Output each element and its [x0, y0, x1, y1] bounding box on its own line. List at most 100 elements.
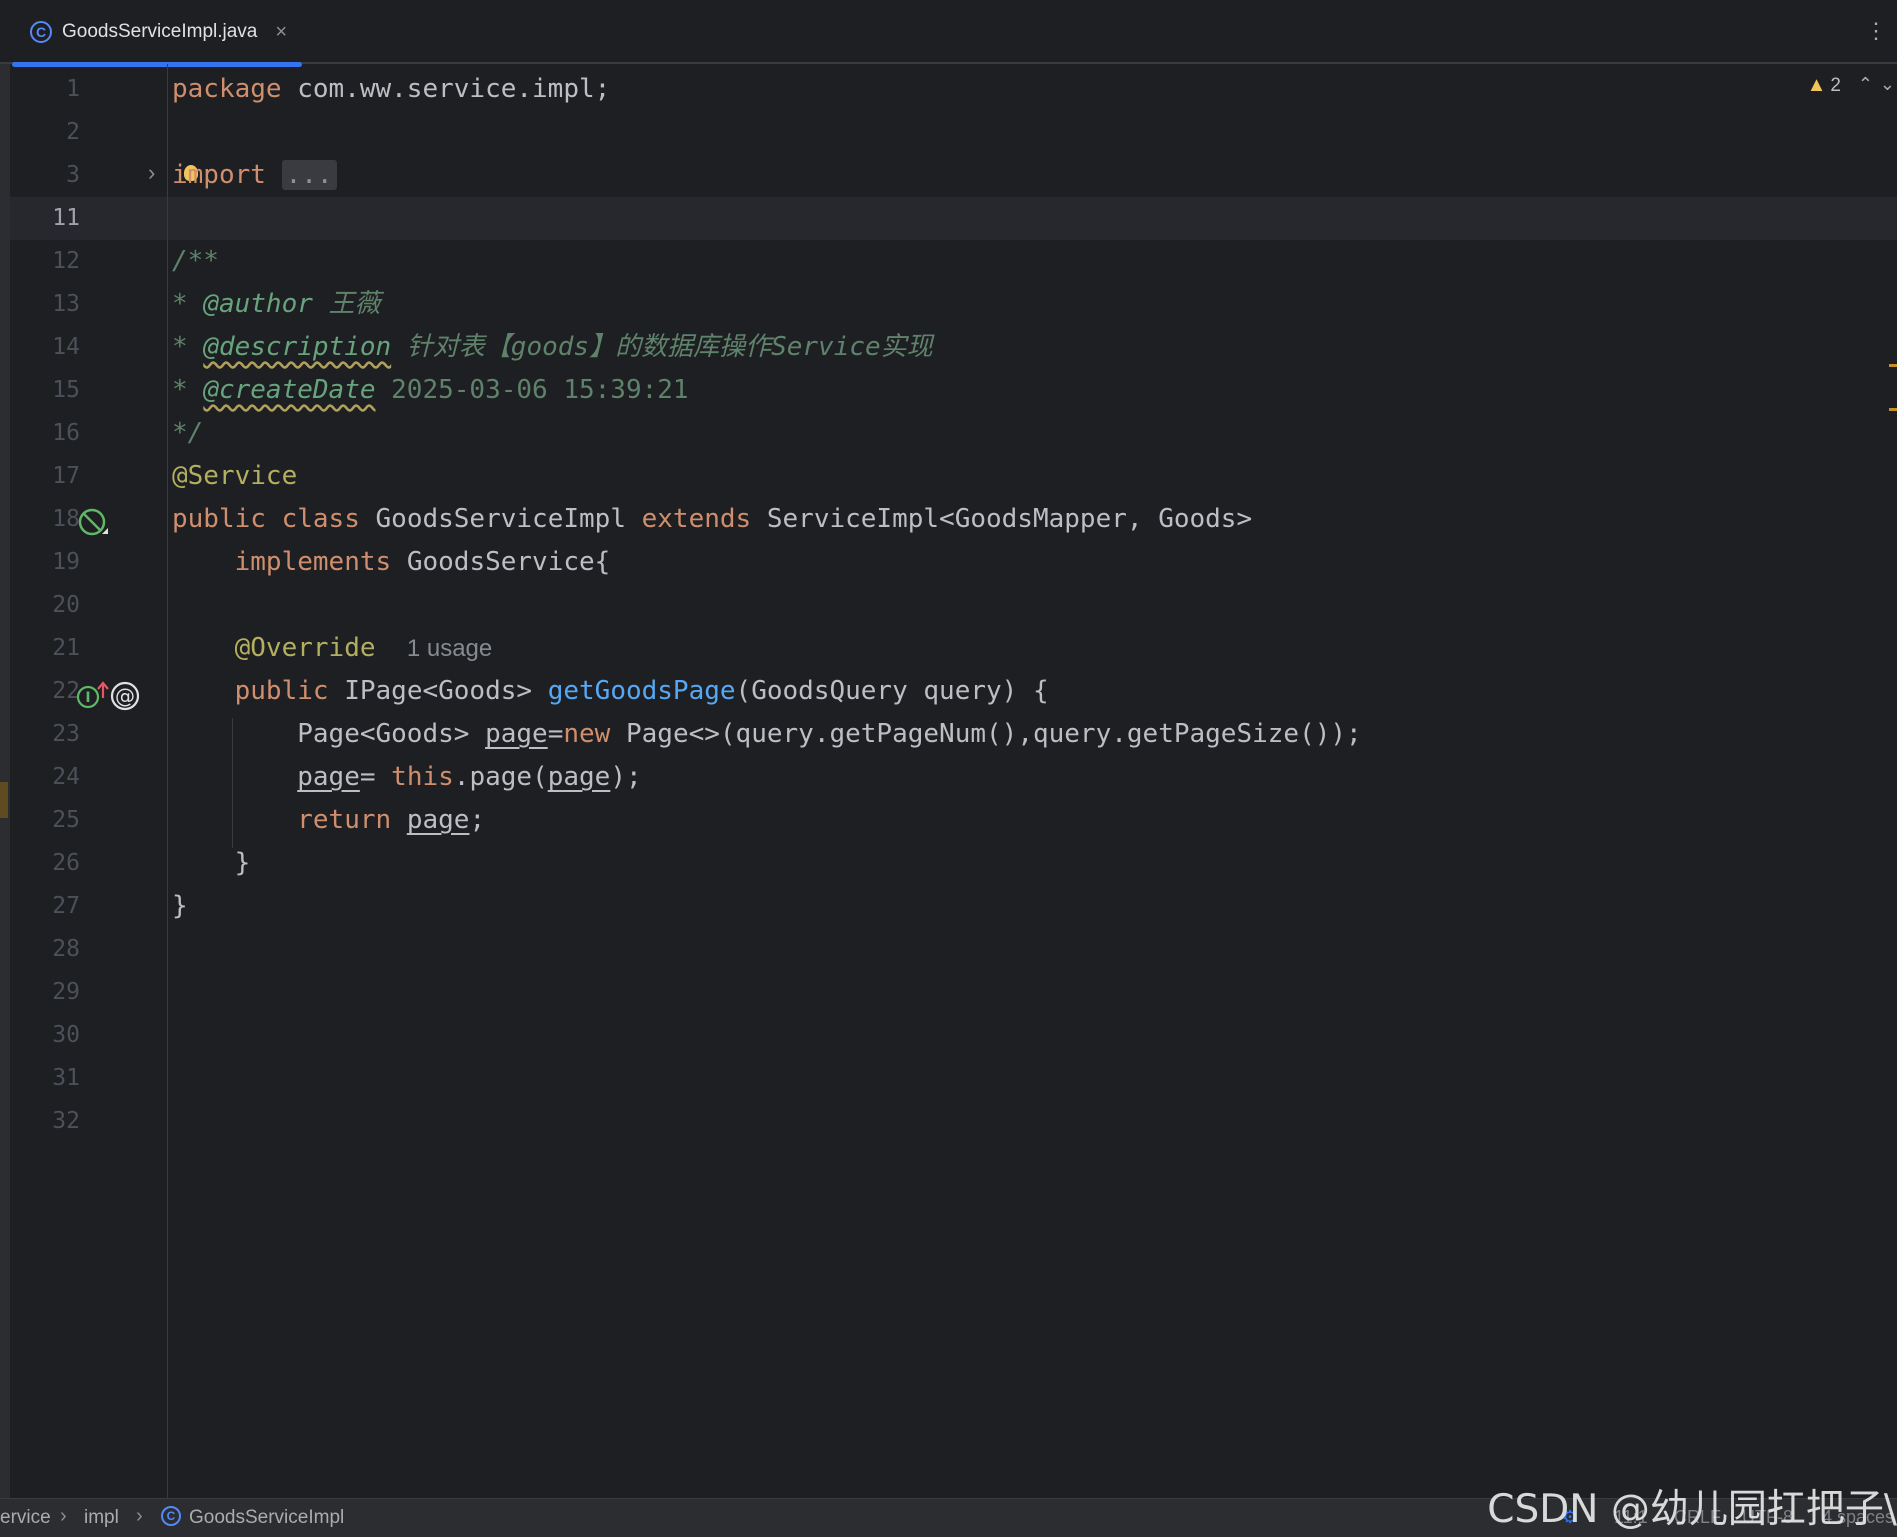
line-number[interactable]: 31: [30, 1057, 80, 1100]
breadcrumb-item[interactable]: ervice: [0, 1507, 51, 1529]
code-editor[interactable]: package com.ww.service.impl; import ... …: [172, 0, 1362, 1462]
usage-hint[interactable]: 1 usage: [407, 635, 492, 662]
method-name: getGoodsPage: [547, 676, 736, 706]
more-options-icon[interactable]: ⋮: [1865, 18, 1887, 44]
left-tool-strip: [0, 64, 10, 1498]
chevron-right-icon[interactable]: ›: [148, 160, 155, 186]
chevron-down-icon[interactable]: ⌄: [1880, 74, 1895, 95]
line-number[interactable]: 24: [30, 756, 80, 799]
return-type: IPage<Goods>: [328, 676, 548, 706]
code-line-22: public IPage<Goods> getGoodsPage(GoodsQu…: [172, 670, 1049, 713]
code-line-19: implements GoodsService{: [172, 541, 611, 584]
scrollbar-warning-mark[interactable]: [1889, 364, 1897, 367]
tab-goodsserviceimpl[interactable]: C GoodsServiceImpl.java ×: [12, 0, 302, 67]
warning-count: 2: [1830, 74, 1841, 96]
line-number[interactable]: 17: [30, 455, 80, 498]
editor-tab-bar: C GoodsServiceImpl.java × ⋮: [0, 0, 1897, 67]
code-line-13: * @author 王薇: [172, 283, 381, 326]
keyword: public: [234, 676, 329, 706]
line-number[interactable]: 23: [30, 713, 80, 756]
params: (GoodsQuery query) {: [735, 676, 1049, 706]
chevron-up-icon[interactable]: ⌃: [1858, 74, 1873, 95]
doc-text: 2025-03-06 15:39:21: [375, 375, 689, 405]
line-number[interactable]: 12: [30, 240, 80, 283]
breadcrumb-item[interactable]: impl: [84, 1507, 119, 1529]
code-line-14: * @description 针对表【goods】的数据库操作Service实现: [172, 326, 933, 369]
current-line-highlight: [10, 197, 1897, 240]
breadcrumb-item[interactable]: GoodsServiceImpl: [189, 1507, 344, 1529]
line-number-active[interactable]: 11: [30, 197, 80, 240]
class-name: GoodsServiceImpl: [359, 504, 642, 534]
line-number[interactable]: 18: [30, 498, 80, 541]
code-line-1: package com.ww.service.impl;: [172, 68, 610, 111]
line-number[interactable]: 27: [30, 885, 80, 928]
code-line-3: import ...: [172, 154, 337, 197]
doc-star: *: [172, 332, 204, 362]
folded-imports[interactable]: ...: [281, 160, 337, 190]
keyword: import: [172, 160, 266, 190]
warning-icon: ▲: [1806, 74, 1827, 96]
variable: page: [547, 762, 611, 792]
implements-method-icon[interactable]: I: [76, 680, 110, 712]
scrollbar-warning-mark[interactable]: [1889, 408, 1897, 411]
code-line-17: @Service: [172, 461, 298, 491]
line-number[interactable]: 14: [30, 326, 80, 369]
line-number[interactable]: 25: [30, 799, 80, 842]
line-number[interactable]: 3: [30, 154, 80, 197]
keyword: implements: [234, 547, 392, 577]
line-number[interactable]: 16: [30, 412, 80, 455]
keyword: new: [563, 719, 611, 749]
doc-star: *: [172, 375, 204, 405]
line-number[interactable]: 26: [30, 842, 80, 885]
code-line-12: /**: [172, 246, 219, 276]
class-icon: C: [30, 21, 52, 43]
package-name: com.ww.service.impl;: [281, 74, 611, 104]
line-number[interactable]: 22: [30, 670, 80, 713]
line-number[interactable]: 19: [30, 541, 80, 584]
line-number[interactable]: 21: [30, 627, 80, 670]
line-number[interactable]: 32: [30, 1100, 80, 1143]
svg-text:I: I: [85, 690, 90, 706]
variable: page: [485, 719, 548, 749]
operator: =: [359, 762, 392, 792]
line-number[interactable]: 2: [30, 111, 80, 154]
code-line-24: page= this.page(page);: [172, 756, 642, 799]
line-number[interactable]: 15: [30, 369, 80, 412]
close-icon[interactable]: ×: [275, 21, 287, 44]
annotation: @Override: [234, 633, 376, 663]
type: Page<Goods>: [297, 719, 486, 749]
code-line-15: * @createDate 2025-03-06 15:39:21: [172, 369, 689, 412]
punctuation: );: [610, 762, 642, 792]
change-marker: [0, 782, 8, 818]
line-number[interactable]: 20: [30, 584, 80, 627]
code-line-18: public class GoodsServiceImpl extends Se…: [172, 498, 1252, 541]
line-number[interactable]: 1: [30, 68, 80, 111]
code-line-27: }: [172, 891, 188, 921]
code-line-23: Page<Goods> page=new Page<>(query.getPag…: [172, 713, 1361, 756]
inspection-widget[interactable]: ▲ 2: [1807, 74, 1841, 97]
doc-tag: @createDate: [203, 375, 376, 405]
class-icon: C: [161, 1506, 181, 1526]
keyword: this: [391, 762, 454, 792]
code-line-21: @Override 1 usage: [172, 627, 493, 670]
doc-tag: @author: [203, 289, 313, 319]
line-number[interactable]: 28: [30, 928, 80, 971]
chevron-right-icon: ›: [60, 1505, 67, 1527]
code-line-16: */: [172, 418, 204, 448]
line-number[interactable]: 13: [30, 283, 80, 326]
line-gutter: 1 2 3 11 12 13 14 15 16 17 18 19 20 21 2…: [10, 64, 168, 1498]
keyword: public: [172, 504, 266, 534]
variable: page: [297, 762, 360, 792]
at-mapping-icon[interactable]: @: [110, 680, 142, 712]
doc-star: *: [172, 289, 204, 319]
tab-label: GoodsServiceImpl.java: [62, 21, 258, 42]
interface-name: GoodsService{: [391, 547, 611, 577]
keyword: class: [281, 504, 360, 534]
line-number[interactable]: 29: [30, 971, 80, 1014]
method-call: .page(: [453, 762, 548, 792]
line-number[interactable]: 30: [30, 1014, 80, 1057]
code-line-26: }: [172, 842, 251, 885]
spring-bean-icon[interactable]: [78, 508, 110, 538]
doc-text: 针对表【goods】的数据库操作Service实现: [391, 332, 933, 362]
